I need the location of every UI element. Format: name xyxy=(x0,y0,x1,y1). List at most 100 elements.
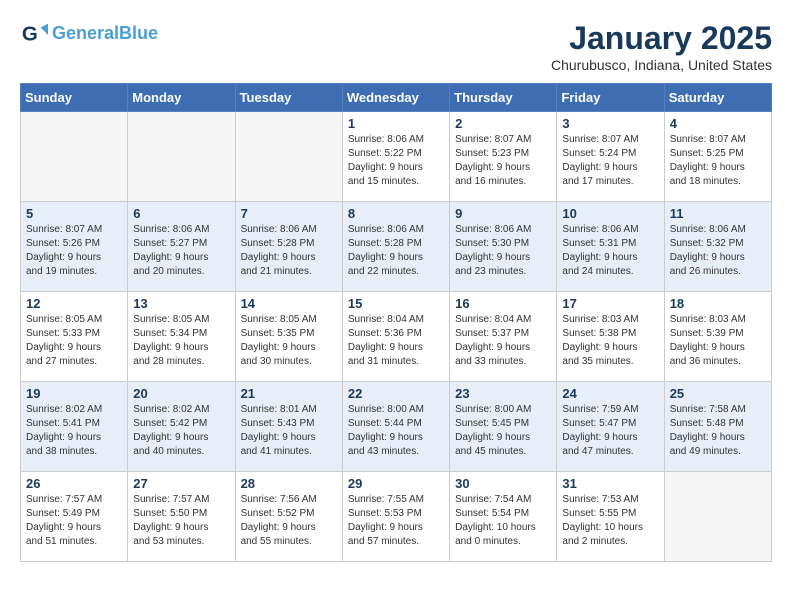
weekday-header-row: SundayMondayTuesdayWednesdayThursdayFrid… xyxy=(21,84,772,112)
day-number: 14 xyxy=(241,296,337,311)
day-info: Sunrise: 8:05 AM Sunset: 5:33 PM Dayligh… xyxy=(26,313,122,369)
calendar-week-row: 1Sunrise: 8:06 AM Sunset: 5:22 PM Daylig… xyxy=(21,112,772,202)
day-info: Sunrise: 8:06 AM Sunset: 5:27 PM Dayligh… xyxy=(133,223,229,279)
day-number: 5 xyxy=(26,206,122,221)
calendar-cell: 20Sunrise: 8:02 AM Sunset: 5:42 PM Dayli… xyxy=(128,382,235,472)
calendar-cell: 1Sunrise: 8:06 AM Sunset: 5:22 PM Daylig… xyxy=(342,112,449,202)
day-info: Sunrise: 8:03 AM Sunset: 5:39 PM Dayligh… xyxy=(670,313,766,369)
calendar-cell: 27 Sunrise: 7:57 AM Sunset: 5:50 PM Dayli… xyxy=(128,472,235,562)
calendar-week-row: 12 Sunrise: 8:05 AM Sunset: 5:33 PM Dayli… xyxy=(21,292,772,382)
day-number: 6 xyxy=(133,206,229,221)
day-info: Sunrise: 8:07 AM Sunset: 5:26 PM Dayligh… xyxy=(26,223,122,279)
day-number: 31 xyxy=(562,476,658,491)
calendar-cell: 11 Sunrise: 8:06 AM Sunset: 5:32 PM Dayli… xyxy=(664,202,771,292)
day-number: 2 xyxy=(455,116,551,131)
calendar-cell: 25 Sunrise: 7:58 AM Sunset: 5:48 PM Dayli… xyxy=(664,382,771,472)
day-number: 9 xyxy=(455,206,551,221)
day-info: Sunrise: 8:05 AM Sunset: 5:34 PM Dayligh… xyxy=(133,313,229,369)
calendar-cell: 17 Sunrise: 8:03 AM Sunset: 5:38 PM Dayli… xyxy=(557,292,664,382)
calendar-cell: 14 Sunrise: 8:05 AM Sunset: 5:35 PM Dayli… xyxy=(235,292,342,382)
day-info: Sunrise: 7:58 AM Sunset: 5:48 PM Dayligh… xyxy=(670,403,766,459)
calendar-cell: 28 Sunrise: 7:56 AM Sunset: 5:52 PM Dayli… xyxy=(235,472,342,562)
day-info: Sunrise: 7:57 AM Sunset: 5:50 PM Dayligh… xyxy=(133,493,229,549)
day-number: 21 xyxy=(241,386,337,401)
day-info: Sunrise: 8:07 AM Sunset: 5:24 PM Dayligh… xyxy=(562,133,658,189)
day-info: Sunrise: 8:04 AM Sunset: 5:37 PM Dayligh… xyxy=(455,313,551,369)
day-info: Sunrise: 8:07 AM Sunset: 5:25 PM Dayligh… xyxy=(670,133,766,189)
calendar-cell: 18Sunrise: 8:03 AM Sunset: 5:39 PM Dayli… xyxy=(664,292,771,382)
calendar-cell xyxy=(21,112,128,202)
calendar-cell: 10 Sunrise: 8:06 AM Sunset: 5:31 PM Dayli… xyxy=(557,202,664,292)
day-number: 11 xyxy=(670,206,766,221)
day-info: Sunrise: 8:06 AM Sunset: 5:22 PM Dayligh… xyxy=(348,133,444,189)
calendar-cell: 31 Sunrise: 7:53 AM Sunset: 5:55 PM Dayli… xyxy=(557,472,664,562)
day-info: Sunrise: 8:03 AM Sunset: 5:38 PM Dayligh… xyxy=(562,313,658,369)
day-info: Sunrise: 7:57 AM Sunset: 5:49 PM Dayligh… xyxy=(26,493,122,549)
day-info: Sunrise: 8:05 AM Sunset: 5:35 PM Dayligh… xyxy=(241,313,337,369)
day-number: 19 xyxy=(26,386,122,401)
day-info: Sunrise: 7:53 AM Sunset: 5:55 PM Dayligh… xyxy=(562,493,658,549)
calendar-cell: 15Sunrise: 8:04 AM Sunset: 5:36 PM Dayli… xyxy=(342,292,449,382)
day-number: 7 xyxy=(241,206,337,221)
day-info: Sunrise: 8:06 AM Sunset: 5:28 PM Dayligh… xyxy=(241,223,337,279)
day-number: 15 xyxy=(348,296,444,311)
day-info: Sunrise: 8:06 AM Sunset: 5:28 PM Dayligh… xyxy=(348,223,444,279)
day-number: 17 xyxy=(562,296,658,311)
day-number: 30 xyxy=(455,476,551,491)
calendar-cell xyxy=(128,112,235,202)
day-info: Sunrise: 7:55 AM Sunset: 5:53 PM Dayligh… xyxy=(348,493,444,549)
day-number: 26 xyxy=(26,476,122,491)
calendar-cell: 9 Sunrise: 8:06 AM Sunset: 5:30 PM Daylig… xyxy=(450,202,557,292)
day-number: 27 xyxy=(133,476,229,491)
day-number: 4 xyxy=(670,116,766,131)
day-info: Sunrise: 8:06 AM Sunset: 5:30 PM Dayligh… xyxy=(455,223,551,279)
day-number: 23 xyxy=(455,386,551,401)
calendar-cell: 5 Sunrise: 8:07 AM Sunset: 5:26 PM Daylig… xyxy=(21,202,128,292)
day-number: 24 xyxy=(562,386,658,401)
logo: G GeneralBlue xyxy=(20,20,158,48)
calendar-cell: 30 Sunrise: 7:54 AM Sunset: 5:54 PM Dayli… xyxy=(450,472,557,562)
day-number: 10 xyxy=(562,206,658,221)
calendar-week-row: 5 Sunrise: 8:07 AM Sunset: 5:26 PM Daylig… xyxy=(21,202,772,292)
calendar-table: SundayMondayTuesdayWednesdayThursdayFrid… xyxy=(20,83,772,562)
logo-text: GeneralBlue xyxy=(52,24,158,44)
day-info: Sunrise: 8:02 AM Sunset: 5:42 PM Dayligh… xyxy=(133,403,229,459)
calendar-cell: 2 Sunrise: 8:07 AM Sunset: 5:23 PM Daylig… xyxy=(450,112,557,202)
calendar-cell xyxy=(235,112,342,202)
day-info: Sunrise: 8:02 AM Sunset: 5:41 PM Dayligh… xyxy=(26,403,122,459)
day-number: 13 xyxy=(133,296,229,311)
weekday-header-saturday: Saturday xyxy=(664,84,771,112)
day-info: Sunrise: 7:54 AM Sunset: 5:54 PM Dayligh… xyxy=(455,493,551,549)
title-area: January 2025 Churubusco, Indiana, United… xyxy=(551,20,772,73)
day-info: Sunrise: 8:06 AM Sunset: 5:32 PM Dayligh… xyxy=(670,223,766,279)
svg-text:G: G xyxy=(22,23,38,46)
calendar-week-row: 19 Sunrise: 8:02 AM Sunset: 5:41 PM Dayli… xyxy=(21,382,772,472)
calendar-week-row: 26 Sunrise: 7:57 AM Sunset: 5:49 PM Dayli… xyxy=(21,472,772,562)
calendar-cell: 4 Sunrise: 8:07 AM Sunset: 5:25 PM Daylig… xyxy=(664,112,771,202)
page-subtitle: Churubusco, Indiana, United States xyxy=(551,57,772,73)
calendar-cell: 6 Sunrise: 8:06 AM Sunset: 5:27 PM Daylig… xyxy=(128,202,235,292)
weekday-header-monday: Monday xyxy=(128,84,235,112)
weekday-header-sunday: Sunday xyxy=(21,84,128,112)
day-number: 28 xyxy=(241,476,337,491)
day-number: 29 xyxy=(348,476,444,491)
calendar-cell: 23 Sunrise: 8:00 AM Sunset: 5:45 PM Dayli… xyxy=(450,382,557,472)
day-number: 22 xyxy=(348,386,444,401)
day-info: Sunrise: 8:00 AM Sunset: 5:44 PM Dayligh… xyxy=(348,403,444,459)
day-info: Sunrise: 8:00 AM Sunset: 5:45 PM Dayligh… xyxy=(455,403,551,459)
weekday-header-thursday: Thursday xyxy=(450,84,557,112)
weekday-header-friday: Friday xyxy=(557,84,664,112)
day-info: Sunrise: 8:07 AM Sunset: 5:23 PM Dayligh… xyxy=(455,133,551,189)
weekday-header-wednesday: Wednesday xyxy=(342,84,449,112)
day-number: 12 xyxy=(26,296,122,311)
calendar-cell: 12 Sunrise: 8:05 AM Sunset: 5:33 PM Dayli… xyxy=(21,292,128,382)
day-info: Sunrise: 8:06 AM Sunset: 5:31 PM Dayligh… xyxy=(562,223,658,279)
logo-icon: G xyxy=(20,20,48,48)
calendar-cell: 3Sunrise: 8:07 AM Sunset: 5:24 PM Daylig… xyxy=(557,112,664,202)
calendar-cell: 16 Sunrise: 8:04 AM Sunset: 5:37 PM Dayli… xyxy=(450,292,557,382)
day-number: 16 xyxy=(455,296,551,311)
day-number: 25 xyxy=(670,386,766,401)
calendar-cell: 24 Sunrise: 7:59 AM Sunset: 5:47 PM Dayli… xyxy=(557,382,664,472)
day-info: Sunrise: 7:59 AM Sunset: 5:47 PM Dayligh… xyxy=(562,403,658,459)
day-info: Sunrise: 7:56 AM Sunset: 5:52 PM Dayligh… xyxy=(241,493,337,549)
